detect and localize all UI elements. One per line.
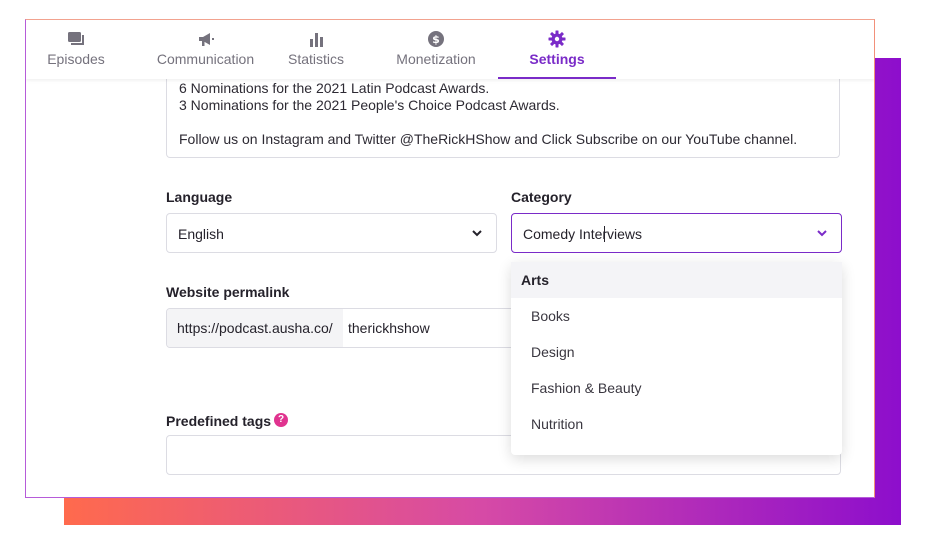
permalink-slug: therickhshow	[348, 320, 430, 336]
category-dropdown-menu: Arts Books Design Fashion & Beauty Nutri…	[511, 262, 842, 455]
language-label: Language	[166, 189, 233, 205]
category-value: Comedy Interviews	[523, 226, 643, 242]
permalink-prefix: https://podcast.ausha.co/	[167, 309, 343, 347]
top-tab-bar: Episodes Communication Statistics $ Mone…	[26, 20, 874, 79]
category-label: Category	[511, 189, 572, 205]
description-line: Follow us on Instagram and Twitter @TheR…	[179, 131, 798, 147]
dropdown-option[interactable]: Books	[531, 308, 570, 324]
megaphone-icon	[198, 33, 214, 46]
gear-icon	[548, 30, 566, 48]
chevron-down-icon	[817, 230, 827, 237]
tab-monetization-label: Monetization	[396, 51, 476, 67]
description-textarea[interactable]: 6 Nominations for the 2021 Latin Podcast…	[166, 78, 840, 158]
dropdown-option[interactable]: Fashion & Beauty	[531, 380, 642, 396]
permalink-label: Website permalink	[166, 284, 290, 300]
tab-communication[interactable]: Communication	[138, 20, 273, 79]
dollar-coin-icon: $	[428, 31, 444, 47]
tab-episodes[interactable]: Episodes	[28, 20, 124, 79]
description-line: 6 Nominations for the 2021 Latin Podcast…	[179, 80, 490, 96]
tab-monetization[interactable]: $ Monetization	[386, 20, 486, 79]
episodes-icon	[68, 32, 84, 45]
permalink-field[interactable]: https://podcast.ausha.co/ therickhshow	[166, 308, 526, 348]
text-caret	[604, 226, 605, 242]
tab-settings-label: Settings	[529, 51, 585, 67]
language-value: English	[178, 226, 224, 242]
category-select[interactable]: Comedy Interviews	[511, 213, 842, 253]
language-select[interactable]: English	[166, 213, 497, 253]
dropdown-option[interactable]: Nutrition	[531, 416, 583, 432]
help-icon[interactable]: ?	[274, 413, 288, 427]
tab-episodes-label: Episodes	[47, 51, 105, 67]
bar-chart-icon	[310, 33, 323, 47]
chevron-down-icon	[472, 230, 482, 237]
tab-statistics-label: Statistics	[287, 51, 344, 67]
predefined-tags-label: Predefined tags	[166, 413, 272, 429]
description-line: 3 Nominations for the 2021 People's Choi…	[179, 97, 560, 113]
dropdown-group-heading: Arts	[511, 262, 842, 298]
svg-text:$: $	[432, 33, 440, 46]
active-tab-underline	[498, 77, 616, 79]
settings-window: Episodes Communication Statistics $ Mone…	[25, 19, 875, 498]
dropdown-option[interactable]: Design	[531, 344, 575, 360]
tab-statistics[interactable]: Statistics	[276, 20, 356, 79]
tab-settings[interactable]: Settings	[498, 20, 616, 79]
tab-communication-label: Communication	[156, 51, 255, 67]
